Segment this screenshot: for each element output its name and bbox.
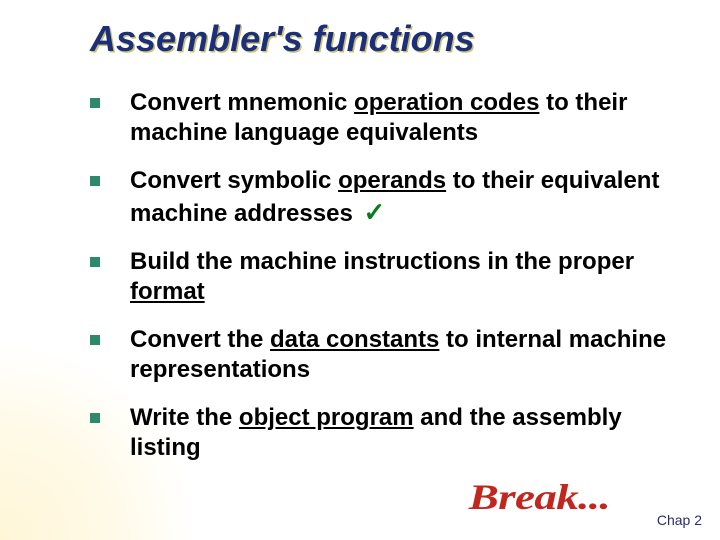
bullet-text: Convert symbolic (130, 167, 338, 194)
bullet-text-underlined: operands (338, 167, 446, 194)
bullet-list: Convert mnemonic operation codes to thei… (90, 88, 680, 463)
break-wordart: Break... (469, 476, 610, 518)
bullet-item: Write the object program and the assembl… (90, 403, 680, 463)
bullet-square-icon (90, 413, 100, 423)
bullet-square-icon (90, 176, 100, 186)
bullet-item: Convert the data constants to internal m… (90, 325, 680, 385)
bullet-item: Build the machine instructions in the pr… (90, 247, 680, 307)
bullet-text-underlined: object program (239, 404, 414, 431)
bullet-text-underlined: format (130, 278, 205, 305)
bullet-item: Convert symbolic operands to their equiv… (90, 166, 680, 229)
footer-chapter: Chap 2 (657, 512, 702, 528)
bullet-square-icon (90, 98, 100, 108)
bullet-square-icon (90, 257, 100, 267)
bullet-text: Convert mnemonic (130, 89, 354, 116)
bullet-text: Write the (130, 404, 239, 431)
bullet-item: Convert mnemonic operation codes to thei… (90, 88, 680, 148)
bullet-text: Convert the (130, 326, 270, 353)
bullet-text-underlined: data constants (270, 326, 439, 353)
bullet-square-icon (90, 335, 100, 345)
check-icon: ✓ (363, 197, 385, 227)
bullet-text-underlined: operation codes (354, 89, 539, 116)
slide-title: Assembler's functions (90, 18, 680, 60)
slide-container: Assembler's functions Convert mnemonic o… (0, 0, 720, 540)
bullet-text: Build the machine instructions in the pr… (130, 248, 634, 275)
